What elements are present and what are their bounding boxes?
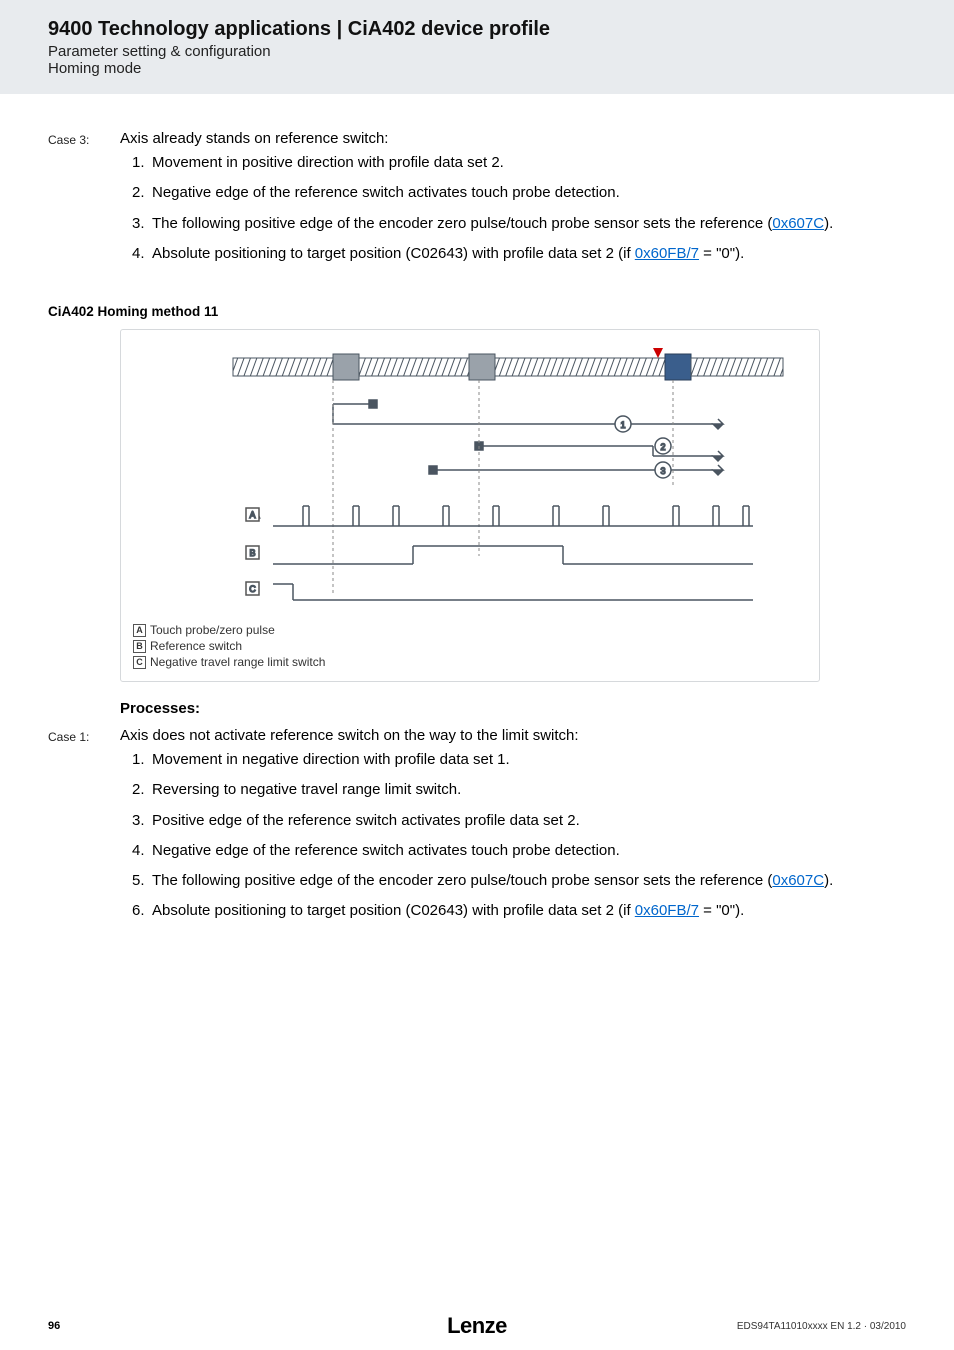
list-item: Negative edge of the reference switch ac… (132, 183, 906, 203)
legend-row-c: C Negative travel range limit switch (133, 655, 807, 669)
list-item: Movement in positive direction with prof… (132, 153, 906, 173)
homing-diagram: 1 2 3 (120, 329, 820, 682)
list-item: Movement in negative direction with prof… (132, 750, 906, 770)
homing-method-title: CiA402 Homing method 11 (48, 304, 906, 319)
list-item: Absolute positioning to target position … (132, 901, 906, 921)
list-item: The following positive edge of the encod… (132, 871, 906, 891)
list-item: Positive edge of the reference switch ac… (132, 811, 906, 831)
legend-box-c-icon: C (133, 656, 146, 669)
page-content: Case 3: Axis already stands on reference… (0, 94, 954, 932)
case-3-label: Case 3: (48, 130, 120, 274)
object-link[interactable]: 0x60FB/7 (635, 245, 699, 262)
legend-row-a: A Touch probe/zero pulse (133, 623, 807, 637)
svg-text:A: A (249, 510, 255, 520)
svg-text:2: 2 (660, 442, 665, 452)
list-item: Negative edge of the reference switch ac… (132, 841, 906, 861)
legend-a-text: Touch probe/zero pulse (150, 623, 275, 637)
case-1-list: Movement in negative direction with prof… (132, 750, 906, 922)
svg-text:1: 1 (620, 420, 625, 430)
doc-subtitle-1: Parameter setting & configuration (48, 43, 954, 60)
list-item: Reversing to negative travel range limit… (132, 780, 906, 800)
legend-box-a-icon: A (133, 624, 146, 637)
list-item: Absolute positioning to target position … (132, 244, 906, 264)
legend-c-text: Negative travel range limit switch (150, 655, 325, 669)
case-3-list: Movement in positive direction with prof… (132, 153, 906, 264)
doc-title: 9400 Technology applications | CiA402 de… (48, 18, 954, 41)
doc-subtitle-2: Homing mode (48, 60, 954, 77)
svg-text:B: B (249, 548, 255, 558)
case-1-label: Case 1: (48, 727, 120, 932)
case-1-heading: Axis does not activate reference switch … (120, 727, 906, 744)
page-footer: 96 Lenze EDS94TA11010xxxx EN 1.2 · 03/20… (0, 1320, 954, 1332)
legend-box-b-icon: B (133, 640, 146, 653)
case-3-block: Case 3: Axis already stands on reference… (48, 130, 906, 274)
legend-row-b: B Reference switch (133, 639, 807, 653)
svg-text:3: 3 (660, 466, 665, 476)
case-1-block: Case 1: Axis does not activate reference… (48, 727, 906, 932)
legend-b-text: Reference switch (150, 639, 242, 653)
footer-doc-code: EDS94TA11010xxxx EN 1.2 · 03/2010 (737, 1321, 906, 1332)
processes-heading: Processes: (120, 700, 906, 717)
object-link[interactable]: 0x607C (772, 215, 824, 232)
case-3-heading: Axis already stands on reference switch: (120, 130, 906, 147)
page-number: 96 (48, 1320, 60, 1332)
svg-text:C: C (249, 584, 256, 594)
page-header: 9400 Technology applications | CiA402 de… (0, 0, 954, 94)
object-link[interactable]: 0x607C (772, 872, 824, 889)
object-link[interactable]: 0x60FB/7 (635, 902, 699, 919)
list-item: The following positive edge of the encod… (132, 214, 906, 234)
footer-logo: Lenze (447, 1313, 507, 1339)
homing-diagram-svg: 1 2 3 (133, 346, 803, 616)
